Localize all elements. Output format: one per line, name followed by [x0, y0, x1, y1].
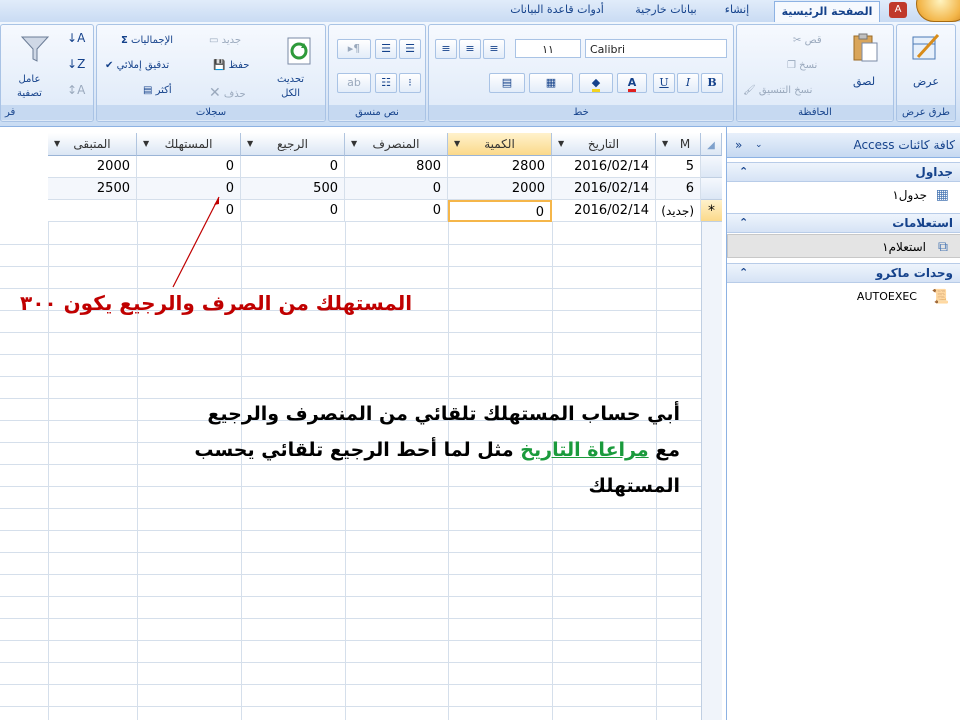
- cut-label: قص: [804, 35, 822, 46]
- group-views-title: طرق عرض: [897, 105, 955, 120]
- table-icon: ▦: [935, 187, 949, 203]
- annotation-line-2: مع مراعاة التاريخ مثل لما أحط الرجيع تلق…: [120, 432, 680, 468]
- format-painter-label: نسخ التنسيق: [758, 85, 813, 96]
- nav-group-title: استعلامات: [892, 216, 953, 230]
- annotation-question-text: أبي حساب المستهلك تلقائي من المنصرف والر…: [120, 396, 680, 504]
- group-views: عرض طرق عرض: [896, 24, 956, 122]
- annotation-red-text: المستهلك من الصرف والرجيع يكون ٣٠٠: [20, 291, 413, 315]
- copy-label: نسخ: [799, 60, 818, 71]
- annotation-line-3: المستهلك: [588, 475, 680, 497]
- copy-button[interactable]: نسخ ❐: [787, 60, 817, 71]
- group-clipboard-title: الحافظة: [737, 105, 893, 120]
- nav-group-collapse-icon: ⌃: [739, 266, 749, 279]
- nav-item-autoexec[interactable]: 📜 AUTOEXEC: [727, 285, 960, 309]
- nav-collapse-icon[interactable]: «: [735, 133, 742, 157]
- annotation-line-1: أبي حساب المستهلك تلقائي من المنصرف والر…: [207, 403, 680, 425]
- nav-item-label: استعلام١: [882, 240, 926, 254]
- format-painter-button[interactable]: نسخ التنسيق 🖌: [743, 85, 812, 96]
- access-app-icon[interactable]: A: [889, 2, 907, 18]
- nav-item-query1[interactable]: ⧉ استعلام١: [727, 234, 960, 258]
- nav-group-tables[interactable]: ⌃ جداول: [727, 162, 960, 182]
- nav-item-label: AUTOEXEC: [856, 290, 917, 303]
- nav-item-label: جدول١: [892, 188, 927, 202]
- annotation-link[interactable]: مراعاة التاريخ: [520, 439, 648, 461]
- nav-dropdown-icon[interactable]: ⌄: [755, 133, 763, 157]
- paste-icon: [853, 33, 878, 62]
- view-icon: [912, 33, 940, 60]
- annotation-line-2-prefix: مع: [648, 439, 680, 461]
- nav-item-table1[interactable]: ▦ جدول١: [727, 183, 960, 207]
- macro-icon: 📜: [931, 289, 949, 305]
- query-icon: ⧉: [938, 239, 948, 255]
- nav-header-title: كافة كائنات Access: [853, 138, 955, 152]
- brush-icon: 🖌: [743, 85, 756, 96]
- tab-home[interactable]: الصفحة الرئيسية: [774, 1, 880, 23]
- nav-group-title: وحدات ماكرو: [875, 266, 953, 280]
- paste-button[interactable]: لصق: [853, 75, 875, 88]
- office-button[interactable]: [916, 0, 960, 22]
- view-button[interactable]: عرض: [913, 75, 939, 88]
- group-clipboard: لصق قص ✂ نسخ ❐ نسخ التنسيق 🖌 الحافظة: [736, 24, 894, 122]
- copy-icon: ❐: [787, 60, 796, 71]
- nav-group-title: جداول: [915, 165, 953, 179]
- nav-group-collapse-icon: ⌃: [739, 165, 749, 178]
- nav-group-queries[interactable]: ⌃ استعلامات: [727, 213, 960, 233]
- navigation-pane: كافة كائنات Access ⌄ « ⌃ جداول ▦ جدول١ ⌃…: [726, 127, 960, 720]
- nav-group-collapse-icon: ⌃: [739, 216, 749, 229]
- annotation-line-2-suffix: مثل لما أحط الرجيع تلقائي يحسب: [194, 439, 521, 461]
- nav-header[interactable]: كافة كائنات Access ⌄ «: [727, 133, 960, 158]
- cut-button[interactable]: قص ✂: [793, 35, 822, 46]
- nav-group-macros[interactable]: ⌃ وحدات ماكرو: [727, 263, 960, 283]
- scissors-icon: ✂: [793, 35, 802, 46]
- annotation-arrow: [172, 196, 220, 288]
